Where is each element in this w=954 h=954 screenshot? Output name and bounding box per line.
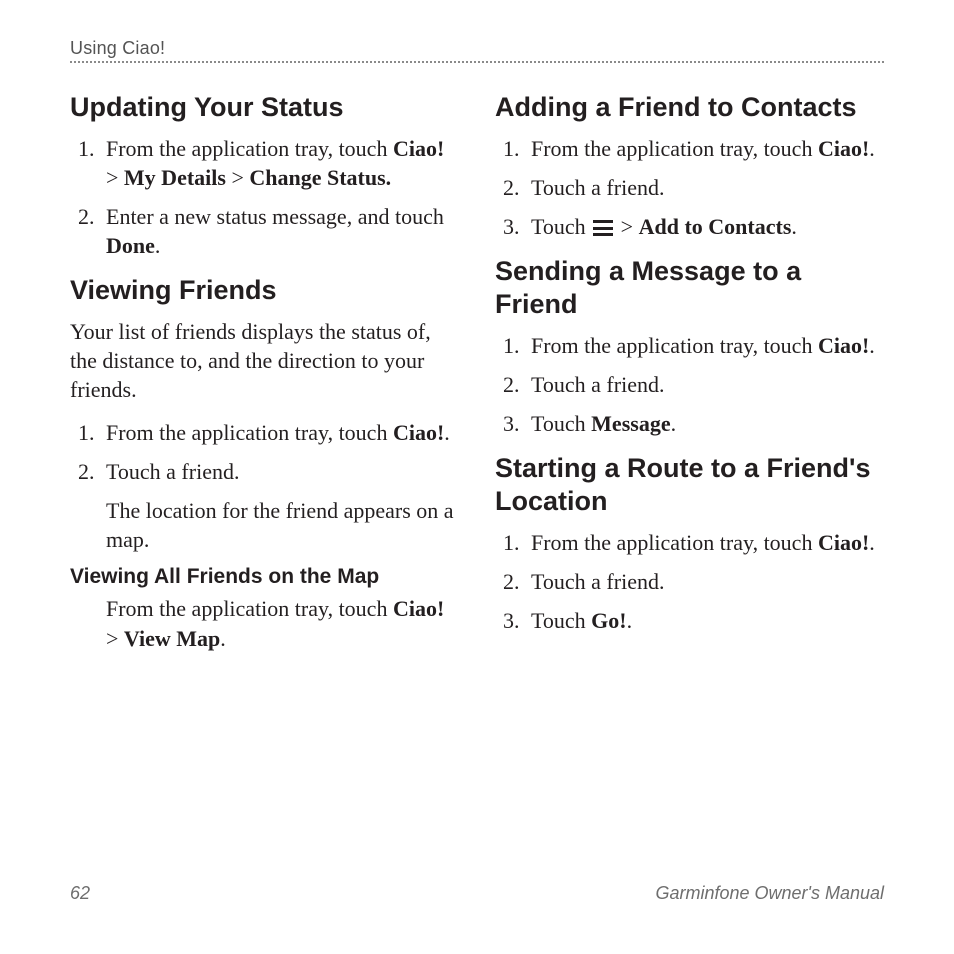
manual-page: Using Ciao! Updating Your Status From th… bbox=[0, 0, 954, 954]
menu-icon bbox=[593, 220, 613, 236]
step-text: Touch bbox=[531, 608, 591, 633]
step-item: From the application tray, touch Ciao!. bbox=[525, 134, 884, 163]
instruction-block: From the application tray, touch Ciao! >… bbox=[106, 594, 459, 652]
step-text: . bbox=[155, 233, 161, 258]
path-sep: > bbox=[615, 214, 638, 239]
steps-adding-friend: From the application tray, touch Ciao!. … bbox=[495, 134, 884, 241]
ui-label: Ciao! bbox=[818, 333, 869, 358]
step-item: From the application tray, touch Ciao!. bbox=[525, 528, 884, 557]
step-text: . bbox=[671, 411, 677, 436]
steps-updating-status: From the application tray, touch Ciao! >… bbox=[70, 134, 459, 260]
ui-label: Add to Contacts bbox=[639, 214, 792, 239]
step-text: From the application tray, touch bbox=[106, 136, 393, 161]
left-column: Updating Your Status From the applicatio… bbox=[70, 77, 459, 653]
step-text: . bbox=[869, 136, 875, 161]
step-note: The location for the friend appears on a… bbox=[106, 496, 459, 554]
ui-label: Ciao! bbox=[818, 530, 869, 555]
step-text: . bbox=[627, 608, 633, 633]
step-item: Touch > Add to Contacts. bbox=[525, 212, 884, 241]
step-item: From the application tray, touch Ciao!. bbox=[100, 418, 459, 447]
path-sep: > bbox=[106, 165, 124, 190]
step-text: . bbox=[869, 530, 875, 555]
subheading-view-all-map: Viewing All Friends on the Map bbox=[70, 564, 459, 590]
step-item: Enter a new status message, and touch Do… bbox=[100, 202, 459, 260]
heading-updating-status: Updating Your Status bbox=[70, 91, 459, 124]
running-head: Using Ciao! bbox=[70, 38, 884, 59]
heading-starting-route: Starting a Route to a Friend's Location bbox=[495, 452, 884, 518]
step-item: Touch Go!. bbox=[525, 606, 884, 635]
ui-label: Message bbox=[591, 411, 670, 436]
step-text: . bbox=[791, 214, 797, 239]
step-text: From the application tray, touch bbox=[531, 333, 818, 358]
steps-sending-message: From the application tray, touch Ciao!. … bbox=[495, 331, 884, 438]
step-text: From the application tray, touch bbox=[106, 596, 393, 621]
step-text: . bbox=[444, 420, 450, 445]
step-item: From the application tray, touch Ciao!. bbox=[525, 331, 884, 360]
ui-path-part: Ciao! bbox=[393, 596, 444, 621]
step-item: Touch a friend. bbox=[525, 370, 884, 399]
step-text: From the application tray, touch bbox=[106, 420, 393, 445]
steps-viewing-friends: From the application tray, touch Ciao!. … bbox=[70, 418, 459, 554]
page-number: 62 bbox=[70, 883, 90, 904]
heading-sending-message: Sending a Message to a Friend bbox=[495, 255, 884, 321]
step-text: Touch a friend. bbox=[106, 459, 239, 484]
manual-title: Garminfone Owner's Manual bbox=[655, 883, 884, 904]
ui-label: Go! bbox=[591, 608, 626, 633]
step-text: Touch bbox=[531, 214, 591, 239]
step-text: From the application tray, touch bbox=[531, 530, 818, 555]
step-text: From the application tray, touch bbox=[531, 136, 818, 161]
step-text: Touch bbox=[531, 411, 591, 436]
header-rule bbox=[70, 61, 884, 63]
section-intro: Your list of friends displays the status… bbox=[70, 317, 459, 404]
right-column: Adding a Friend to Contacts From the app… bbox=[495, 77, 884, 653]
steps-starting-route: From the application tray, touch Ciao!. … bbox=[495, 528, 884, 635]
step-item: Touch a friend. bbox=[525, 173, 884, 202]
step-text: . bbox=[220, 626, 226, 651]
ui-path-part: Change Status. bbox=[249, 165, 391, 190]
step-text: Enter a new status message, and touch bbox=[106, 204, 444, 229]
path-sep: > bbox=[106, 626, 124, 651]
step-item: Touch a friend. The location for the fri… bbox=[100, 457, 459, 554]
step-item: Touch Message. bbox=[525, 409, 884, 438]
page-footer: 62 Garminfone Owner's Manual bbox=[70, 883, 884, 904]
path-sep: > bbox=[226, 165, 249, 190]
ui-path-part: View Map bbox=[124, 626, 220, 651]
step-item: From the application tray, touch Ciao! >… bbox=[100, 134, 459, 192]
ui-path-part: Ciao! bbox=[393, 136, 444, 161]
step-item: Touch a friend. bbox=[525, 567, 884, 596]
ui-path-part: My Details bbox=[124, 165, 226, 190]
two-column-layout: Updating Your Status From the applicatio… bbox=[70, 77, 884, 653]
heading-adding-friend: Adding a Friend to Contacts bbox=[495, 91, 884, 124]
ui-label: Ciao! bbox=[393, 420, 444, 445]
step-text: . bbox=[869, 333, 875, 358]
heading-viewing-friends: Viewing Friends bbox=[70, 274, 459, 307]
ui-label: Ciao! bbox=[818, 136, 869, 161]
ui-label: Done bbox=[106, 233, 155, 258]
